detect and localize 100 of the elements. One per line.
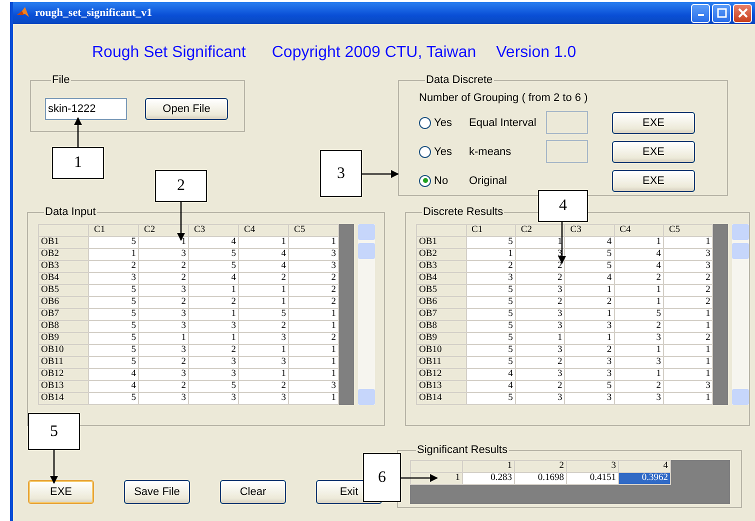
table-cell: 4 bbox=[564, 272, 614, 284]
row-header: OB3 bbox=[38, 260, 88, 272]
action-button[interactable]: EXE bbox=[28, 480, 94, 504]
table-cell: 3 bbox=[614, 392, 664, 404]
table-cell: 5 bbox=[564, 260, 614, 272]
table-cell: 5 bbox=[88, 308, 138, 320]
column-header: C1 bbox=[88, 224, 138, 236]
table-cell: 1 bbox=[614, 368, 664, 380]
row-header: OB4 bbox=[416, 272, 466, 284]
row-header: OB9 bbox=[416, 332, 466, 344]
table-cell: 1 bbox=[564, 308, 614, 320]
table-cell: 3 bbox=[138, 284, 188, 296]
radio-button[interactable]: Yes bbox=[419, 116, 469, 128]
table-cell: 2 bbox=[564, 344, 614, 356]
table-cell: 4 bbox=[238, 248, 288, 260]
table-cell: 1 bbox=[188, 332, 238, 344]
table-cell: 3 bbox=[288, 380, 338, 392]
row-header: OB2 bbox=[38, 248, 88, 260]
table-cell: 5 bbox=[188, 260, 238, 272]
table-cell: 2 bbox=[614, 320, 664, 332]
minimize-button[interactable] bbox=[691, 4, 710, 22]
table-cell: 2 bbox=[288, 332, 338, 344]
table-cell: 3 bbox=[238, 332, 288, 344]
table-cell[interactable]: 0.3962 bbox=[618, 472, 670, 484]
table-cell: 5 bbox=[88, 236, 138, 248]
corner-cell bbox=[38, 224, 88, 236]
table-cell: 2 bbox=[614, 272, 664, 284]
table-cell: 3 bbox=[466, 272, 516, 284]
column-header: C5 bbox=[663, 224, 713, 236]
maximize-button[interactable] bbox=[712, 4, 731, 22]
table-cell: 5 bbox=[88, 320, 138, 332]
table-cell: 3 bbox=[138, 320, 188, 332]
group-count-field[interactable] bbox=[546, 140, 588, 163]
table-cell: 1 bbox=[238, 368, 288, 380]
exe-button[interactable]: EXE bbox=[612, 170, 695, 192]
table-cell: 5 bbox=[188, 380, 238, 392]
panel-title: Significant Results bbox=[416, 444, 508, 456]
group-count-field[interactable] bbox=[546, 111, 588, 134]
table-cell[interactable]: 0.4151 bbox=[566, 472, 618, 484]
table-cell: 2 bbox=[663, 296, 713, 308]
data-table[interactable] bbox=[38, 224, 339, 405]
row-header: OB1 bbox=[416, 236, 466, 248]
row-header: OB11 bbox=[416, 356, 466, 368]
table-cell: 5 bbox=[466, 296, 516, 308]
table-cell: 3 bbox=[564, 392, 614, 404]
corner-cell bbox=[416, 224, 466, 236]
table-cell: 3 bbox=[515, 320, 565, 332]
table-cell: 5 bbox=[564, 248, 614, 260]
data-table[interactable] bbox=[416, 224, 714, 405]
panel-title: Data Discrete bbox=[425, 74, 494, 86]
column-header: 3 bbox=[566, 460, 618, 472]
table-cell: 2 bbox=[515, 380, 565, 392]
table-cell: 5 bbox=[88, 344, 138, 356]
row-header: OB7 bbox=[416, 308, 466, 320]
open-file-button[interactable]: Open File bbox=[145, 98, 228, 120]
exe-button[interactable]: EXE bbox=[612, 140, 695, 162]
scrollbar[interactable] bbox=[732, 224, 749, 405]
action-button[interactable]: Clear bbox=[220, 480, 286, 504]
row-header: OB8 bbox=[38, 320, 88, 332]
column-header: C2 bbox=[515, 224, 565, 236]
callout: 5 bbox=[28, 413, 80, 450]
table-cell: 1 bbox=[238, 284, 288, 296]
table-cell: 5 bbox=[466, 236, 516, 248]
table-cell: 1 bbox=[614, 284, 664, 296]
table-cell: 1 bbox=[138, 332, 188, 344]
table-cell: 2 bbox=[515, 356, 565, 368]
table-cell: 3 bbox=[515, 392, 565, 404]
table-cell: 1 bbox=[238, 344, 288, 356]
table-cell: 1 bbox=[663, 236, 713, 248]
table-cell: 4 bbox=[88, 368, 138, 380]
close-button[interactable] bbox=[733, 4, 752, 22]
column-header: 4 bbox=[618, 460, 670, 472]
radio-button[interactable]: Yes bbox=[419, 146, 469, 158]
method-label: Equal Interval bbox=[469, 116, 538, 128]
table-cell: 5 bbox=[466, 332, 516, 344]
arrow bbox=[74, 117, 82, 147]
table-cell: 1 bbox=[466, 248, 516, 260]
table-cell[interactable]: 0.1698 bbox=[514, 472, 566, 484]
table-cell[interactable]: 0.283 bbox=[462, 472, 514, 484]
table-cell: 1 bbox=[663, 320, 713, 332]
table-cell: 1 bbox=[663, 356, 713, 368]
exe-button[interactable]: EXE bbox=[612, 112, 695, 134]
action-button[interactable]: Save File bbox=[124, 480, 190, 504]
table-cell: 2 bbox=[138, 380, 188, 392]
corner-cell bbox=[410, 460, 462, 472]
results-table[interactable]: 1 2 3 4 1 0.283 0.1698 0.4151 0.3962 bbox=[410, 460, 671, 485]
scrollbar[interactable] bbox=[358, 224, 375, 405]
column-header: C2 bbox=[138, 224, 188, 236]
table-cell: 3 bbox=[614, 356, 664, 368]
table-cell: 5 bbox=[88, 356, 138, 368]
radio-button[interactable]: No bbox=[419, 174, 469, 186]
table-cell: 4 bbox=[614, 248, 664, 260]
arrow bbox=[401, 474, 438, 482]
table-cell: 5 bbox=[88, 332, 138, 344]
table-cell: 2 bbox=[663, 332, 713, 344]
table-cell: 1 bbox=[663, 368, 713, 380]
row-header: OB5 bbox=[416, 284, 466, 296]
column-header: 1 bbox=[462, 460, 514, 472]
column-header: 2 bbox=[514, 460, 566, 472]
file-name-field[interactable]: skin-1222 bbox=[45, 98, 127, 120]
